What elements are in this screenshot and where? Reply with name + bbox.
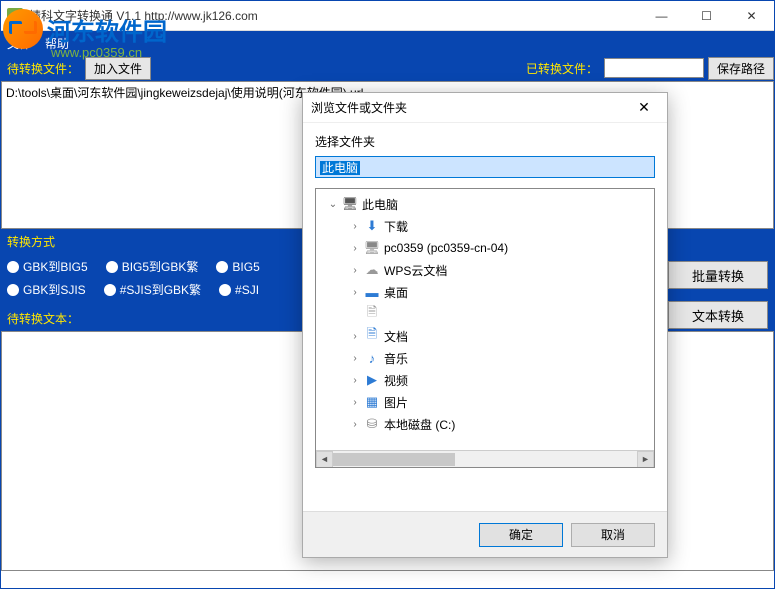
radio-big5-to-gbk[interactable]: BIG5到GBK繁 bbox=[106, 258, 199, 275]
scroll-left-icon[interactable]: ◄ bbox=[316, 451, 333, 468]
menubar: 文件 帮助 bbox=[1, 31, 774, 55]
menu-help[interactable]: 帮助 bbox=[45, 35, 69, 52]
tree-item[interactable]: ⌄ 🖥此电脑 bbox=[318, 193, 652, 215]
expand-icon[interactable]: ⌄ bbox=[328, 199, 338, 210]
menu-file[interactable]: 文件 bbox=[7, 35, 31, 52]
dialog-titlebar: 浏览文件或文件夹 ✕ bbox=[303, 93, 667, 123]
tree-item-label: 视频 bbox=[384, 372, 408, 389]
tree-item-label: 图片 bbox=[384, 394, 408, 411]
tree-item[interactable]: › 🖥 pc0359 (pc0359-cn-04) bbox=[318, 237, 652, 259]
tree-item-label: 文档 bbox=[384, 328, 408, 345]
expand-icon[interactable]: › bbox=[350, 287, 360, 298]
close-button[interactable]: ✕ bbox=[729, 1, 774, 31]
tree-item[interactable]: › ☁WPS云文档 bbox=[318, 259, 652, 281]
tree-item-label: 此电脑 bbox=[362, 196, 398, 213]
tree-item[interactable]: › ⛁本地磁盘 (C:) bbox=[318, 413, 652, 435]
app-icon bbox=[7, 8, 23, 24]
expand-icon[interactable]: › bbox=[350, 353, 360, 364]
expand-icon[interactable]: › bbox=[350, 221, 360, 232]
minimize-button[interactable]: — bbox=[639, 1, 684, 31]
tree-item-label: 桌面 bbox=[384, 284, 408, 301]
text-convert-button[interactable]: 文本转换 bbox=[668, 301, 768, 329]
desktop-icon: ▬ bbox=[364, 284, 380, 300]
dialog-title-text: 浏览文件或文件夹 bbox=[311, 99, 407, 116]
expand-icon[interactable]: › bbox=[350, 243, 360, 254]
converted-path-input[interactable] bbox=[604, 58, 704, 78]
radio-gbk-to-sjis[interactable]: GBK到SJIS bbox=[7, 281, 86, 298]
tree-item-label: 下载 bbox=[384, 218, 408, 235]
dialog-cancel-button[interactable]: 取消 bbox=[571, 523, 655, 547]
save-path-button[interactable]: 保存路径 bbox=[708, 57, 774, 80]
pics-icon: ▦ bbox=[364, 394, 380, 410]
toolbar: 待转换文件： 加入文件 已转换文件： 保存路径 bbox=[1, 55, 774, 81]
dialog-close-button[interactable]: ✕ bbox=[629, 93, 659, 123]
expand-icon[interactable]: › bbox=[350, 331, 360, 342]
batch-convert-button[interactable]: 批量转换 bbox=[668, 261, 768, 289]
browse-dialog: 浏览文件或文件夹 ✕ 选择文件夹 此电脑 ⌄🖥此电脑›⬇下载›🖥pc0359 (… bbox=[302, 92, 668, 558]
video-icon: ▶ bbox=[364, 372, 380, 388]
disk-icon: ⛁ bbox=[364, 416, 380, 432]
expand-icon[interactable]: › bbox=[350, 265, 360, 276]
radio-sjis-to-gbk[interactable]: #SJIS到GBK繁 bbox=[104, 281, 201, 298]
download-icon: ⬇ bbox=[364, 218, 380, 234]
dialog-button-row: 确定 取消 bbox=[303, 511, 667, 557]
doc-icon: 🗎 bbox=[364, 306, 380, 322]
tree-item-label: WPS云文档 bbox=[384, 262, 447, 279]
pc2-icon: 🖥 bbox=[364, 240, 380, 256]
radio-big5[interactable]: BIG5 bbox=[216, 260, 259, 274]
tree-item[interactable]: › ▶视频 bbox=[318, 369, 652, 391]
side-buttons: 批量转换 文本转换 bbox=[668, 261, 768, 329]
tree-item[interactable]: › ▬桌面 bbox=[318, 281, 652, 303]
pending-files-label: 待转换文件： bbox=[1, 60, 85, 77]
tree-item[interactable]: › ♪音乐 bbox=[318, 347, 652, 369]
tree-item-label: pc0359 (pc0359-cn-04) bbox=[384, 241, 508, 255]
add-file-button[interactable]: 加入文件 bbox=[85, 57, 151, 80]
folder-tree: ⌄🖥此电脑›⬇下载›🖥pc0359 (pc0359-cn-04)›☁WPS云文档… bbox=[315, 188, 655, 468]
music-icon: ♪ bbox=[364, 350, 380, 366]
tree-item-label: 音乐 bbox=[384, 350, 408, 367]
dialog-path-input[interactable]: 此电脑 bbox=[315, 156, 655, 178]
scroll-thumb[interactable] bbox=[333, 453, 455, 466]
horizontal-scrollbar[interactable]: ◄ ► bbox=[316, 450, 654, 467]
expand-icon[interactable]: › bbox=[350, 419, 360, 430]
expand-icon[interactable]: › bbox=[350, 397, 360, 408]
dialog-ok-button[interactable]: 确定 bbox=[479, 523, 563, 547]
scroll-right-icon[interactable]: ► bbox=[637, 451, 654, 468]
window-title: 精科文字转换通 V1.1 http://www.jk126.com bbox=[29, 7, 258, 24]
radio-gbk-to-big5[interactable]: GBK到BIG5 bbox=[7, 258, 88, 275]
converted-files-label: 已转换文件： bbox=[520, 60, 604, 77]
tree-item-label: 本地磁盘 (C:) bbox=[384, 416, 455, 433]
dialog-label: 选择文件夹 bbox=[303, 123, 667, 156]
docs-icon: 🗎 bbox=[364, 328, 380, 344]
tree-item[interactable]: › ⬇下载 bbox=[318, 215, 652, 237]
cloud-icon: ☁ bbox=[364, 262, 380, 278]
maximize-button[interactable]: ☐ bbox=[684, 1, 729, 31]
expand-icon[interactable]: › bbox=[350, 375, 360, 386]
tree-item[interactable]: 🗎 bbox=[318, 303, 652, 325]
pc-icon: 🖥 bbox=[342, 196, 358, 212]
radio-sji[interactable]: #SJI bbox=[219, 283, 259, 297]
tree-item[interactable]: › 🗎文档 bbox=[318, 325, 652, 347]
titlebar: 精科文字转换通 V1.1 http://www.jk126.com — ☐ ✕ bbox=[1, 1, 774, 31]
tree-item[interactable]: › ▦图片 bbox=[318, 391, 652, 413]
